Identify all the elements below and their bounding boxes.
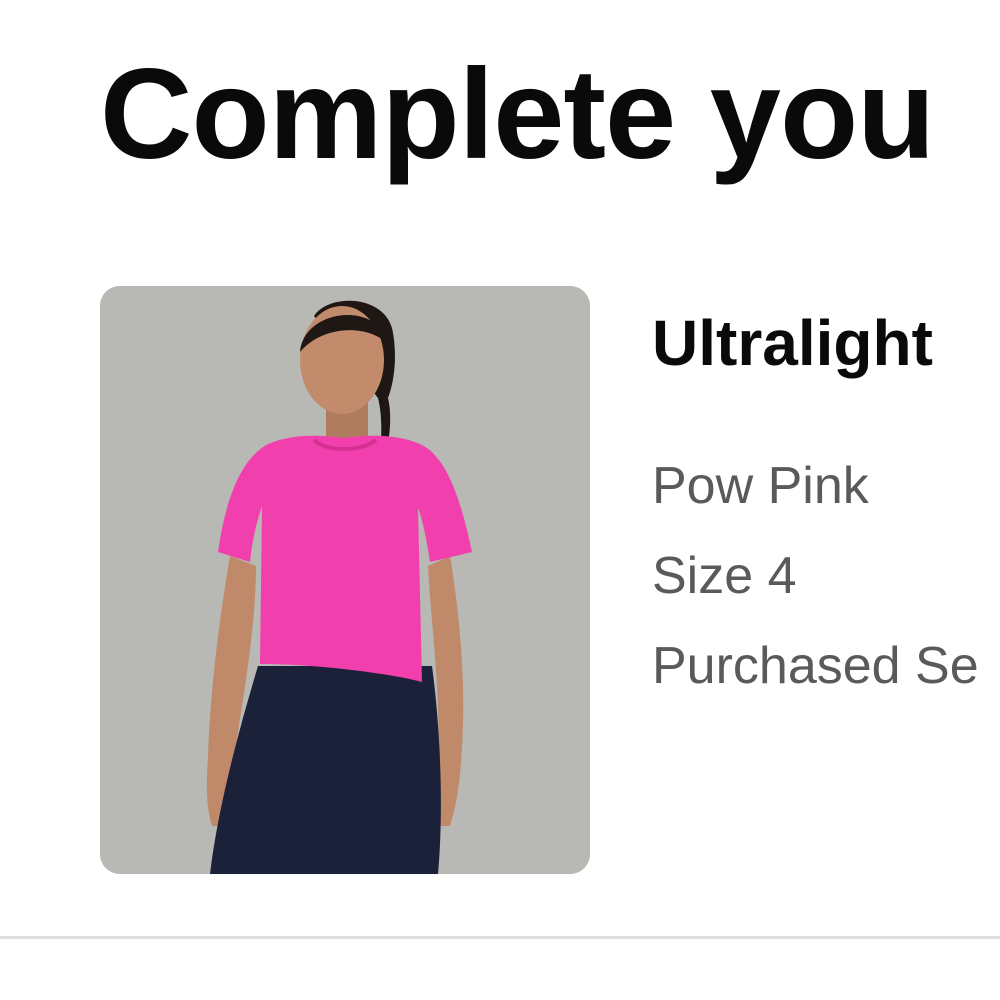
product-image[interactable] — [100, 286, 590, 874]
section-heading: Complete you — [100, 43, 935, 186]
page: Complete you Ultralight Pow Pink Size 4 … — [0, 0, 1000, 1000]
product-color: Pow Pink — [652, 457, 869, 515]
product-card[interactable]: Ultralight Pow Pink Size 4 Purchased Se — [0, 260, 1000, 930]
bottom-area — [0, 939, 1000, 1000]
purchase-info: Purchased Se — [652, 637, 979, 695]
product-size: Size 4 — [652, 547, 797, 605]
product-title[interactable]: Ultralight — [652, 306, 933, 380]
product-photo-illustration — [100, 286, 590, 874]
